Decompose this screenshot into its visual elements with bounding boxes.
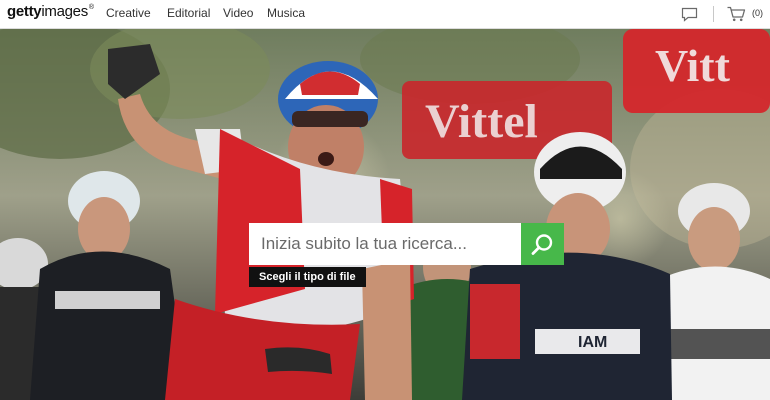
gettyimages-logo[interactable]: gettyimages® <box>7 3 94 20</box>
search-icon <box>531 234 553 255</box>
nav-video[interactable]: Video <box>223 6 253 20</box>
nav-music[interactable]: Musica <box>267 6 305 20</box>
nav-creative[interactable]: Creative <box>106 6 151 20</box>
banner-text: Vittel <box>425 95 538 148</box>
hero-photo: Vittel Vitt IAM Inizia subito la tua ric… <box>0 29 770 400</box>
top-bar: gettyimages® Creative Editorial Video Mu… <box>0 0 770 29</box>
svg-text:IAM: IAM <box>578 334 607 351</box>
chat-bubble-icon[interactable] <box>681 7 698 22</box>
page: gettyimages® Creative Editorial Video Mu… <box>0 0 770 400</box>
search-input[interactable] <box>249 223 521 265</box>
svg-text:Vitt: Vitt <box>655 40 731 91</box>
shopping-cart-icon[interactable] <box>727 6 746 22</box>
nav-editorial[interactable]: Editorial <box>167 6 210 20</box>
file-type-dropdown[interactable]: Scegli il tipo di file <box>249 267 366 287</box>
search-button[interactable] <box>521 223 564 265</box>
logo-bold-text: getty <box>7 3 42 20</box>
logo-regular-text: images <box>41 3 88 20</box>
registered-mark: ® <box>88 4 94 11</box>
header-divider <box>713 6 714 22</box>
cyclists-photo: Vittel Vitt IAM <box>0 29 770 400</box>
search-box <box>249 223 521 265</box>
cart-count[interactable]: (0) <box>752 8 763 18</box>
